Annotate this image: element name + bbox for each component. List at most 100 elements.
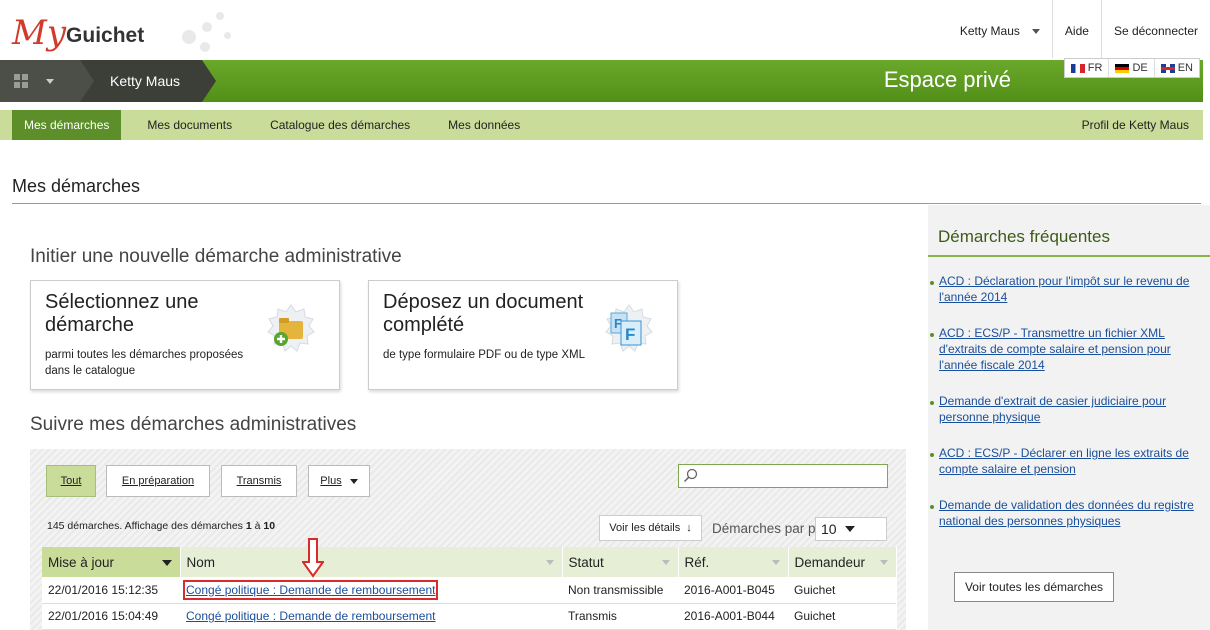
sort-caret-icon: [661, 560, 670, 565]
per-page-select[interactable]: 10: [815, 517, 887, 541]
column-header-name[interactable]: Nom: [180, 547, 563, 577]
flag-uk-icon: [1160, 63, 1175, 73]
cell-ref: 2016-A001-B044: [678, 603, 788, 630]
user-pill[interactable]: Ketty Maus: [80, 60, 216, 102]
grid-icon: [14, 74, 28, 88]
column-header-status[interactable]: Statut: [562, 547, 679, 577]
help-link[interactable]: Aide: [1051, 0, 1101, 58]
myguichet-logo[interactable]: MyGuichet: [12, 16, 144, 52]
list-item: Demande d'extrait de casier judiciaire p…: [928, 393, 1200, 425]
svg-text:F: F: [625, 325, 635, 344]
user-menu: Ketty Maus Aide Se déconnecter: [948, 0, 1210, 58]
demarche-link[interactable]: Congé politique : Demande de rembourseme…: [186, 609, 435, 623]
main-nav: Mes démarches Mes documents Catalogue de…: [0, 110, 1203, 140]
chevron-down-icon: [1031, 29, 1040, 35]
lang-en[interactable]: EN: [1155, 59, 1199, 77]
tab-mes-documents[interactable]: Mes documents: [135, 110, 244, 140]
cell-status: Non transmissible: [562, 577, 678, 604]
page-title: Mes démarches: [12, 176, 141, 196]
column-label: Statut: [568, 554, 604, 570]
cell-status: Transmis: [562, 603, 678, 630]
cell-date: 22/01/2016 15:04:49: [42, 603, 180, 630]
arrow-down-icon: ↓: [686, 522, 692, 534]
frequent-link[interactable]: Demande de validation des données du reg…: [939, 498, 1194, 528]
new-demarche-heading: Initier une nouvelle démarche administra…: [30, 246, 402, 267]
frequent-link[interactable]: ACD : ECS/P - Transmettre un fichier XML…: [939, 326, 1171, 372]
list-item: Demande de validation des données du reg…: [928, 497, 1200, 529]
space-bar: Ketty Maus Espace privé: [0, 60, 1203, 102]
search-input[interactable]: [678, 464, 888, 488]
frequent-link[interactable]: ACD : ECS/P - Déclarer en ligne les extr…: [939, 446, 1189, 476]
tab-mes-donnees[interactable]: Mes données: [436, 110, 532, 140]
filter-more-dropdown[interactable]: Plus: [308, 465, 370, 497]
filter-in-preparation[interactable]: En préparation: [106, 465, 210, 497]
list-item: ACD : ECS/P - Transmettre un fichier XML…: [928, 325, 1200, 373]
lang-label: FR: [1087, 62, 1103, 74]
cell-ref: 2016-A001-B045: [678, 577, 788, 604]
user-dropdown[interactable]: Ketty Maus: [948, 0, 1052, 58]
tab-mes-demarches[interactable]: Mes démarches: [12, 110, 122, 140]
count-sep: à: [251, 520, 264, 532]
sort-caret-icon: [161, 560, 172, 566]
red-arrow-down-icon: [302, 538, 324, 578]
column-header-date[interactable]: Mise à jour: [42, 547, 181, 577]
sort-caret-icon: [771, 560, 780, 565]
sidebar-title: Démarches fréquentes: [938, 227, 1110, 246]
show-details-button[interactable]: Voir les détails ↓: [599, 515, 702, 541]
table-header-row: Mise à jour Nom Statut Réf. Demandeur: [42, 547, 897, 577]
column-label: Nom: [186, 554, 216, 570]
cell-name: Congé politique : Demande de rembourseme…: [180, 603, 562, 630]
sort-caret-icon: [545, 560, 554, 565]
tab-catalogue[interactable]: Catalogue des démarches: [258, 110, 422, 140]
column-label: Demandeur: [794, 554, 866, 570]
lang-fr[interactable]: FR: [1065, 59, 1110, 77]
card-description: parmi toutes les démarches proposées dan…: [45, 349, 244, 377]
cell-requester: Guichet: [788, 577, 896, 604]
lang-label: EN: [1177, 62, 1193, 74]
see-all-demarches-button[interactable]: Voir toutes les démarches: [954, 572, 1114, 602]
filter-all[interactable]: Tout: [46, 465, 96, 497]
frequent-link[interactable]: ACD : Déclaration pour l'impôt sur le re…: [939, 274, 1189, 304]
chevron-down-icon: [844, 526, 855, 532]
filter-transmitted[interactable]: Transmis: [221, 465, 297, 497]
top-header: MyGuichet Ketty Maus Aide Se déconnecter…: [0, 0, 1210, 78]
count-to: 10: [263, 520, 276, 532]
frequent-list: ACD : Déclaration pour l'impôt sur le re…: [928, 273, 1210, 549]
folder-add-icon: [267, 304, 315, 352]
list-item: ACD : ECS/P - Déclarer en ligne les extr…: [928, 445, 1200, 477]
logo-dots-decoration: [152, 8, 242, 58]
upload-document-card[interactable]: Déposez un document complété de type for…: [368, 280, 678, 390]
logo-my: My: [12, 13, 67, 53]
demarche-link[interactable]: Congé politique : Demande de rembourseme…: [182, 579, 439, 600]
table-row: 22/01/2016 15:12:35 Congé politique : De…: [42, 577, 896, 604]
divider: [928, 255, 1210, 257]
card-description: de type formulaire PDF ou de type XML: [383, 349, 585, 361]
logout-link[interactable]: Se déconnecter: [1100, 0, 1210, 58]
cell-name: Congé politique : Demande de rembourseme…: [180, 577, 562, 604]
divider: [12, 203, 1201, 204]
card-title: Sélectionnez une démarche: [45, 291, 199, 336]
column-header-ref[interactable]: Réf.: [678, 547, 789, 577]
frequent-link[interactable]: Demande d'extrait de casier judiciaire p…: [939, 394, 1166, 424]
chevron-down-icon: [349, 478, 358, 484]
results-count: 145 démarches. Affichage des démarches 1…: [47, 520, 275, 532]
flag-de-icon: [1115, 63, 1130, 73]
chevron-down-icon: [46, 78, 54, 84]
follow-demarches-heading: Suivre mes démarches administratives: [30, 414, 357, 435]
profile-link[interactable]: Profil de Ketty Maus: [1082, 118, 1203, 132]
cell-date: 22/01/2016 15:12:35: [42, 577, 180, 604]
column-header-requester[interactable]: Demandeur: [788, 547, 897, 577]
apps-menu-button[interactable]: [0, 60, 80, 102]
column-label: Réf.: [684, 554, 710, 570]
sort-caret-icon: [879, 560, 888, 565]
space-title: Espace privé: [883, 67, 1011, 92]
user-name: Ketty Maus: [959, 24, 1020, 38]
form-file-icon: F F: [605, 304, 653, 352]
lang-de[interactable]: DE: [1109, 59, 1155, 77]
select-demarche-card[interactable]: Sélectionnez une démarche parmi toutes l…: [30, 280, 340, 390]
card-title: Déposez un document complété: [383, 291, 584, 336]
language-switcher: FR DE EN: [1063, 58, 1200, 78]
column-label: Mise à jour: [48, 554, 115, 570]
list-item: ACD : Déclaration pour l'impôt sur le re…: [928, 273, 1200, 305]
demarches-table: Mise à jour Nom Statut Réf. Demandeur 22…: [42, 547, 897, 630]
